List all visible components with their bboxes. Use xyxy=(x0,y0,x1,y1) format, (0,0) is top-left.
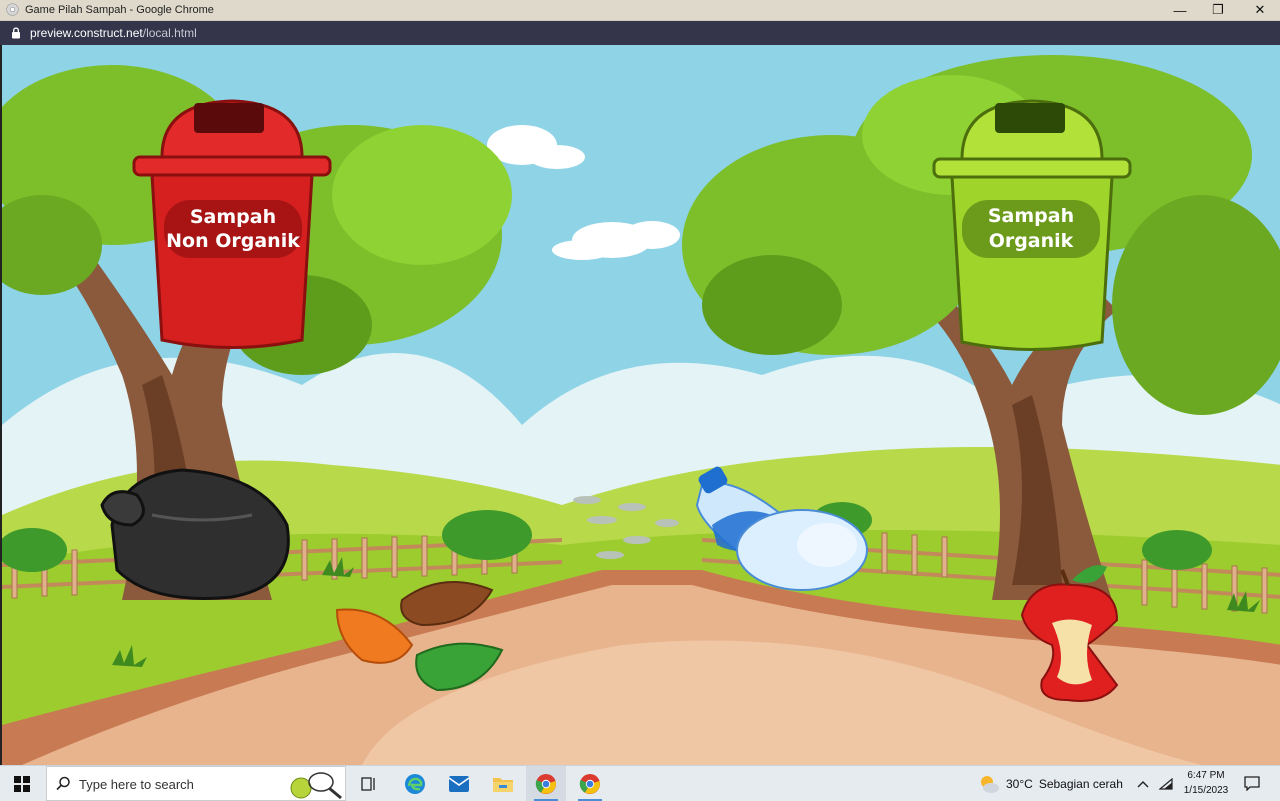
close-button[interactable]: ✕ xyxy=(1240,0,1280,20)
window-title: Game Pilah Sampah - Google Chrome xyxy=(25,4,214,16)
folder-icon xyxy=(493,777,513,792)
chrome-icon xyxy=(6,3,19,16)
notifications-button[interactable] xyxy=(1238,766,1266,801)
address-host: preview.construct.net xyxy=(30,26,143,40)
taskbar-mail[interactable] xyxy=(440,766,478,801)
bin-non-organik[interactable]: Sampah Non Organik xyxy=(132,99,332,349)
edge-icon xyxy=(405,773,425,794)
game-canvas[interactable]: Sampah Non Organik Sampah Organik xyxy=(0,45,1280,765)
restore-icon: ❐ xyxy=(1212,2,1224,17)
chrome-icon xyxy=(579,773,600,794)
clock-time: 6:47 PM xyxy=(1187,770,1225,781)
restore-button[interactable]: ❐ xyxy=(1198,0,1238,20)
taskbar-chrome-2[interactable] xyxy=(570,766,610,801)
game-scene: Sampah Non Organik Sampah Organik xyxy=(2,45,1280,765)
task-view-button[interactable] xyxy=(352,766,386,801)
tray-network[interactable] xyxy=(1156,766,1176,801)
bin-organik[interactable]: Sampah Organik xyxy=(932,99,1132,351)
taskbar-weather[interactable]: 30°C Sebagian cerah xyxy=(978,766,1128,801)
bin-organik-label-1: Sampah xyxy=(988,205,1074,227)
address-path: /local.html xyxy=(142,26,197,40)
bin-non-organik-label-1: Sampah xyxy=(190,206,276,228)
taskbar-search[interactable]: Type here to search xyxy=(46,766,346,801)
close-icon: ✕ xyxy=(1254,2,1266,17)
mail-icon xyxy=(448,775,470,792)
minimize-button[interactable]: — xyxy=(1160,0,1200,20)
sun-cloud-icon xyxy=(981,775,999,793)
search-highlight-icon xyxy=(290,772,342,800)
wifi-icon xyxy=(1159,777,1173,790)
windows-icon xyxy=(14,775,30,792)
task-view-icon xyxy=(361,776,375,791)
bin-organik-label-2: Organik xyxy=(989,230,1074,252)
bin-non-organik-label-2: Non Organik xyxy=(166,230,300,252)
minimize-icon: — xyxy=(1173,2,1187,18)
taskbar-edge[interactable] xyxy=(396,766,434,801)
window-titlebar: Game Pilah Sampah - Google Chrome — ❐ ✕ xyxy=(0,0,1280,21)
notification-icon xyxy=(1244,776,1260,791)
chevron-up-icon xyxy=(1137,780,1149,787)
taskbar-file-explorer[interactable] xyxy=(484,766,522,801)
search-icon xyxy=(56,776,70,791)
search-placeholder: Type here to search xyxy=(79,777,194,792)
weather-temp: 30°C xyxy=(1006,776,1033,791)
taskbar-clock[interactable]: 6:47 PM 1/15/2023 xyxy=(1178,768,1234,798)
address-url[interactable]: preview.construct.net/local.html xyxy=(30,26,197,40)
tray-overflow-button[interactable] xyxy=(1132,766,1154,801)
taskbar-chrome-1[interactable] xyxy=(526,766,566,801)
address-bar[interactable]: preview.construct.net/local.html xyxy=(0,21,1280,45)
lock-icon xyxy=(12,27,20,39)
clock-date: 1/15/2023 xyxy=(1183,785,1229,796)
taskbar: Type here to search 30°C Sebagian cerah … xyxy=(0,765,1280,801)
start-button[interactable] xyxy=(0,766,44,801)
chrome-icon xyxy=(535,773,556,794)
weather-desc: Sebagian cerah xyxy=(1038,776,1123,791)
